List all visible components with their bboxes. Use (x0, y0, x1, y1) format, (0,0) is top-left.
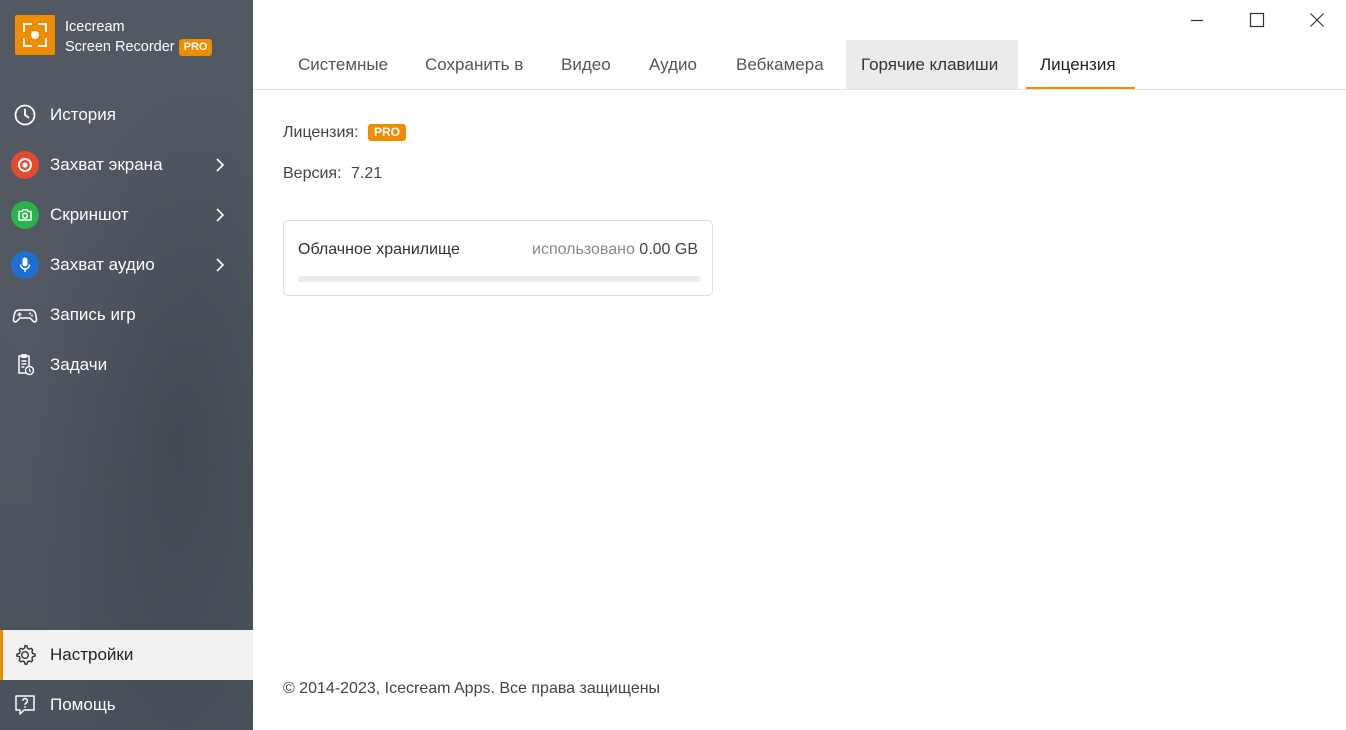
sidebar-item-history[interactable]: История (0, 90, 253, 140)
minimize-icon (1191, 19, 1203, 22)
camera-icon (11, 201, 39, 229)
cloud-storage-usage: использовано 0.00 GB (532, 241, 698, 259)
chevron-right-icon (214, 206, 226, 229)
sidebar-item-label: История (50, 105, 116, 124)
clock-icon (11, 101, 39, 129)
license-label: Лицензия: (283, 124, 359, 141)
tab-audio[interactable]: Аудио (633, 40, 720, 90)
chevron-right-icon (214, 256, 226, 279)
copyright-text: © 2014-2023, Icecream Apps. Все права за… (283, 680, 661, 697)
tab-webcam[interactable]: Вебкамера (720, 40, 846, 90)
help-icon (11, 691, 39, 719)
minimize-button[interactable] (1177, 8, 1217, 32)
usage-label: использовано (532, 241, 635, 258)
sidebar-item-screen-capture[interactable]: Захват экрана (0, 140, 253, 190)
license-row: Лицензия: PRO (283, 124, 407, 142)
app-pro-badge: PRO (178, 39, 213, 56)
sidebar-item-label: Запись игр (50, 305, 136, 324)
app-name: Icecream Screen Recorder PRO (65, 17, 213, 57)
tab-video[interactable]: Видео (545, 40, 633, 90)
sidebar-item-help[interactable]: Помощь (0, 680, 253, 730)
sidebar-item-label: Скриншот (50, 205, 129, 224)
cloud-storage-card: Облачное хранилище использовано 0.00 GB (283, 220, 713, 296)
sidebar-item-label: Задачи (50, 355, 108, 374)
tab-hotkeys[interactable]: Горячие клавиши (846, 40, 1018, 90)
license-pro-badge: PRO (368, 124, 407, 141)
storage-progress-bar (298, 276, 700, 282)
tab-system[interactable]: Системные (253, 40, 409, 90)
sidebar-item-tasks[interactable]: Задачи (0, 340, 253, 390)
close-icon (1310, 13, 1324, 27)
maximize-icon (1249, 12, 1265, 28)
sidebar-item-label: Захват аудио (50, 255, 155, 274)
close-button[interactable] (1297, 8, 1337, 32)
app-name-line2: Screen Recorder (65, 39, 175, 55)
version-value: 7.21 (350, 165, 383, 182)
sidebar-item-settings[interactable]: Настройки (0, 630, 253, 680)
tasks-icon (11, 351, 39, 379)
record-icon (11, 151, 39, 179)
sidebar-item-audio-capture[interactable]: Захват аудио (0, 240, 253, 290)
cloud-storage-title: Облачное хранилище (298, 241, 460, 258)
chevron-right-icon (214, 156, 226, 179)
app-name-line1: Icecream (65, 19, 125, 35)
version-label: Версия: (283, 165, 342, 182)
gamepad-icon (11, 301, 39, 329)
sidebar-item-game-recording[interactable]: Запись игр (0, 290, 253, 340)
app-logo-icon (15, 15, 55, 55)
sidebar-item-label: Настройки (50, 645, 134, 664)
sidebar-item-screenshot[interactable]: Скриншот (0, 190, 253, 240)
microphone-icon (11, 251, 39, 279)
maximize-button[interactable] (1237, 8, 1277, 32)
tab-save-to[interactable]: Сохранить в (409, 40, 545, 90)
version-row: Версия: 7.21 (283, 165, 382, 183)
sidebar-item-label: Захват экрана (50, 155, 163, 174)
tabs-divider (253, 89, 1346, 90)
usage-value: 0.00 GB (639, 241, 698, 258)
sidebar: Icecream Screen Recorder PRO История Зах… (0, 0, 253, 730)
tab-license[interactable]: Лицензия (1026, 40, 1135, 90)
sidebar-item-label: Помощь (50, 695, 116, 714)
settings-tabs: Системные Сохранить в Видео Аудио Вебкам… (253, 40, 1135, 90)
gear-icon (11, 641, 39, 669)
